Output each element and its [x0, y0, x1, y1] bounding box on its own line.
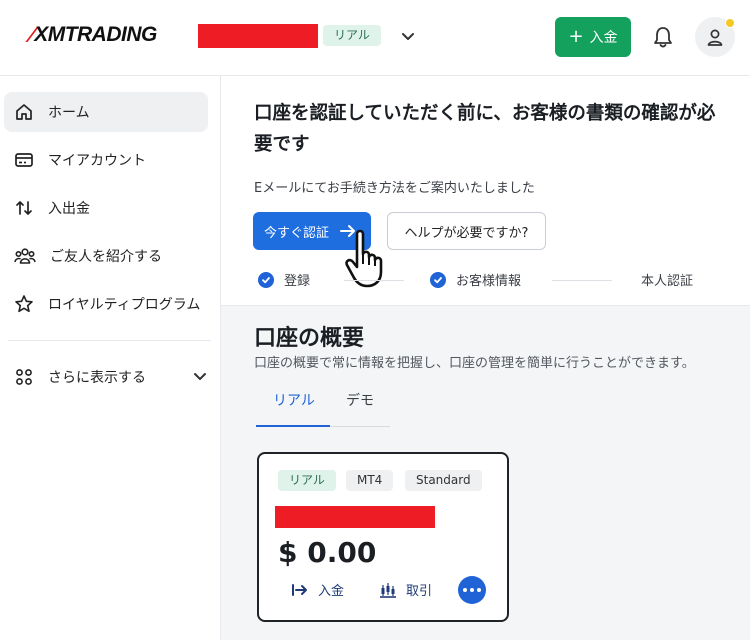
- overview-title: 口座の概要: [254, 326, 365, 351]
- account-number-redacted: [275, 506, 435, 528]
- verification-banner: 口座を認証していただく前に、お客様の書類の確認が必要です Eメールにてお手続き方…: [221, 76, 750, 306]
- grid-icon: [16, 369, 32, 385]
- top-header: ⁄ XMTRADING リアル + 入金: [0, 0, 750, 76]
- logo-mark-icon: ⁄: [30, 22, 34, 47]
- account-overview: 口座の概要 口座の概要で常に情報を把握し、口座の管理を簡単に行うことができます。…: [221, 306, 750, 640]
- sidebar-item-label: マイアカウント: [48, 153, 146, 169]
- deposit-button-label: 入金: [589, 30, 618, 46]
- card-deposit-button[interactable]: 入金: [291, 580, 344, 599]
- sidebar: ホーム マイアカウント 入出金 ご友人を紹介する ロイヤルティプログラム さらに…: [0, 76, 221, 640]
- active-tab-indicator: [256, 425, 330, 427]
- check-circle-icon: [258, 271, 274, 288]
- step-connector: [344, 280, 404, 281]
- card-action-label: 入金: [318, 584, 345, 599]
- sidebar-item-my-account[interactable]: マイアカウント: [4, 140, 208, 180]
- help-button[interactable]: ヘルプが必要ですか?: [387, 212, 546, 250]
- verify-now-label: 今すぐ認証: [264, 225, 330, 241]
- sidebar-item-home[interactable]: ホーム: [4, 92, 208, 132]
- bell-icon[interactable]: [652, 25, 674, 49]
- account-type-badge: リアル: [323, 25, 381, 46]
- step-identity: 本人認証: [641, 270, 693, 289]
- plus-icon: +: [568, 26, 584, 47]
- sidebar-item-label: 入出金: [48, 201, 90, 217]
- candlestick-icon: [380, 582, 396, 598]
- tab-demo[interactable]: デモ: [346, 390, 374, 410]
- step-label: 登録: [284, 274, 311, 289]
- verification-title: 口座を認証していただく前に、お客様の書類の確認が必要です: [254, 103, 716, 155]
- verification-subtitle: Eメールにてお手続き方法をご案内いたしました: [254, 181, 535, 196]
- sidebar-item-label: さらに表示する: [48, 370, 146, 386]
- user-icon: [707, 29, 723, 46]
- star-icon: [15, 295, 33, 313]
- header-deposit-button[interactable]: + 入金: [555, 17, 631, 57]
- sidebar-item-show-more[interactable]: さらに表示する: [4, 357, 208, 397]
- step-connector: [552, 280, 612, 281]
- sidebar-item-deposit-withdraw[interactable]: 入出金: [4, 188, 208, 228]
- people-icon: [14, 248, 36, 264]
- sidebar-item-label: ご友人を紹介する: [50, 249, 162, 265]
- step-label: お客様情報: [456, 274, 522, 289]
- card-action-label: 取引: [406, 584, 433, 599]
- home-icon: [16, 104, 32, 120]
- chevron-down-icon[interactable]: [192, 368, 208, 384]
- account-tag-real: リアル: [278, 470, 336, 491]
- transfer-arrows-icon: [16, 201, 32, 215]
- account-card[interactable]: リアル MT4 Standard $ 0.00 入金 取引: [257, 452, 509, 622]
- sidebar-divider: [8, 340, 211, 341]
- sidebar-item-loyalty[interactable]: ロイヤルティプログラム: [4, 284, 208, 324]
- step-registration: 登録: [258, 270, 310, 289]
- sidebar-item-refer-friend[interactable]: ご友人を紹介する: [4, 236, 208, 276]
- notification-dot: [725, 18, 735, 28]
- account-balance: $ 0.00: [278, 536, 377, 569]
- tab-real[interactable]: リアル: [273, 390, 315, 410]
- card-icon: [15, 153, 33, 167]
- check-circle-icon: [430, 271, 446, 288]
- sidebar-item-label: ホーム: [48, 105, 90, 121]
- more-dots-icon[interactable]: [458, 576, 486, 604]
- chevron-down-icon[interactable]: [400, 28, 416, 44]
- step-label: 本人認証: [641, 274, 694, 289]
- card-trade-button[interactable]: 取引: [379, 580, 432, 599]
- account-tag-type: Standard: [405, 470, 482, 491]
- logo-text: XMTRADING: [34, 23, 157, 46]
- deposit-arrow-icon: [292, 583, 307, 596]
- tab-baseline: [330, 426, 390, 427]
- sidebar-item-label: ロイヤルティプログラム: [48, 297, 201, 313]
- account-tag-platform: MT4: [346, 470, 394, 491]
- xm-logo[interactable]: ⁄ XMTRADING: [30, 22, 157, 48]
- account-number-redacted: [198, 24, 318, 48]
- step-customer-info: お客様情報: [430, 270, 521, 289]
- overview-subtitle: 口座の概要で常に情報を把握し、口座の管理を簡単に行うことができます。: [254, 356, 695, 371]
